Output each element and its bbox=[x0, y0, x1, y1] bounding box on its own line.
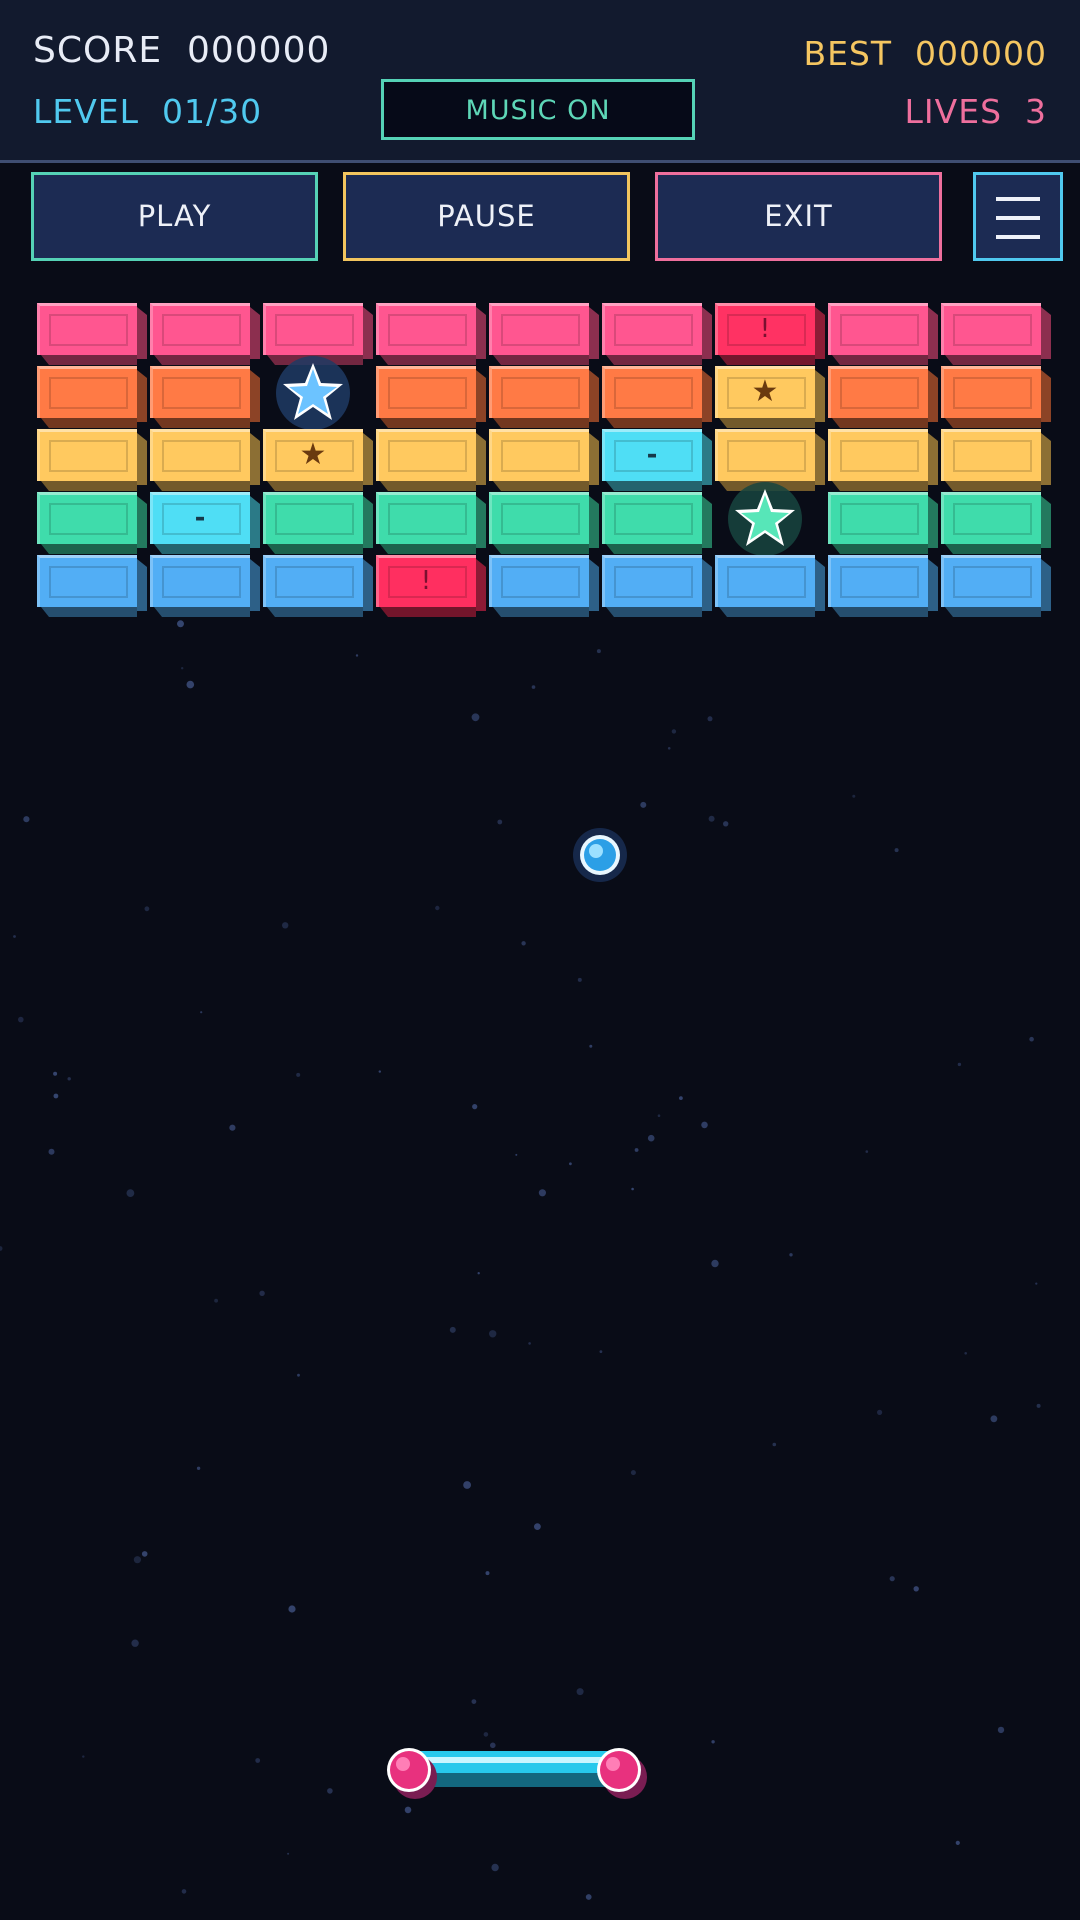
brick-yellow bbox=[941, 429, 1051, 491]
brick-pink bbox=[37, 303, 147, 365]
brick-pink bbox=[828, 303, 938, 365]
brick-blue bbox=[941, 555, 1051, 617]
brick-green bbox=[602, 492, 712, 554]
brick-yellow bbox=[489, 429, 599, 491]
brick-orange bbox=[489, 366, 599, 428]
brick-orange bbox=[941, 366, 1051, 428]
brick-yellow bbox=[376, 429, 486, 491]
best-score-display: BEST 000000 bbox=[803, 34, 1047, 73]
star-icon: ★ bbox=[299, 437, 327, 472]
score-display: SCORE 000000 bbox=[33, 30, 331, 71]
ball bbox=[573, 828, 627, 882]
brick-red: ! bbox=[715, 303, 825, 365]
brick-yellow bbox=[150, 429, 260, 491]
starfield-background bbox=[0, 620, 1041, 1900]
brick-pink bbox=[263, 303, 373, 365]
brick-green bbox=[489, 492, 599, 554]
hamburger-icon-bar bbox=[996, 216, 1040, 220]
brick-yellow bbox=[828, 429, 938, 491]
brick-blue bbox=[150, 555, 260, 617]
brick-yellow: ★ bbox=[263, 429, 373, 491]
brick-orange bbox=[376, 366, 486, 428]
pause-button[interactable]: PAUSE bbox=[343, 172, 630, 261]
brick-green bbox=[263, 492, 373, 554]
star-icon: ★ bbox=[751, 374, 779, 409]
hamburger-icon-bar bbox=[996, 235, 1040, 239]
blue-star-powerup-icon bbox=[276, 356, 350, 430]
brick-orange bbox=[37, 366, 147, 428]
brick-yellow bbox=[715, 429, 825, 491]
paddle[interactable] bbox=[373, 1737, 653, 1801]
brick-blue bbox=[263, 555, 373, 617]
brick-blue bbox=[828, 555, 938, 617]
exclamation-mark: ! bbox=[420, 566, 432, 596]
brick-green bbox=[376, 492, 486, 554]
brick-cyan: - bbox=[150, 492, 260, 554]
brick-green bbox=[828, 492, 938, 554]
hamburger-icon-bar bbox=[996, 197, 1040, 201]
menu-button[interactable] bbox=[973, 172, 1063, 261]
brick-orange bbox=[150, 366, 260, 428]
brick-yellow bbox=[37, 429, 147, 491]
brick-pink bbox=[602, 303, 712, 365]
hud-bar: SCORE 000000 BEST 000000 LEVEL 01/30 LIV… bbox=[0, 0, 1080, 163]
brick-blue bbox=[715, 555, 825, 617]
exit-button[interactable]: EXIT bbox=[655, 172, 942, 261]
brick-cyan: - bbox=[602, 429, 712, 491]
brick-orange bbox=[828, 366, 938, 428]
brick-pink bbox=[489, 303, 599, 365]
brick-pink bbox=[150, 303, 260, 365]
minus-mark: - bbox=[194, 503, 206, 533]
brick-red: ! bbox=[376, 555, 486, 617]
exclamation-mark: ! bbox=[759, 314, 771, 344]
music-toggle-button[interactable]: MUSIC ON bbox=[381, 79, 695, 140]
level-display: LEVEL 01/30 bbox=[33, 92, 263, 131]
play-button[interactable]: PLAY bbox=[31, 172, 318, 261]
brick-blue bbox=[602, 555, 712, 617]
brick-green bbox=[941, 492, 1051, 554]
brick-yellow: ★ bbox=[715, 366, 825, 428]
brick-pink bbox=[376, 303, 486, 365]
brick-blue bbox=[489, 555, 599, 617]
brick-green bbox=[37, 492, 147, 554]
green-star-powerup-icon bbox=[728, 482, 802, 556]
brick-blue bbox=[37, 555, 147, 617]
lives-display: LIVES 3 bbox=[904, 92, 1047, 131]
brick-orange bbox=[602, 366, 712, 428]
minus-mark: - bbox=[646, 440, 658, 470]
brick-pink bbox=[941, 303, 1051, 365]
